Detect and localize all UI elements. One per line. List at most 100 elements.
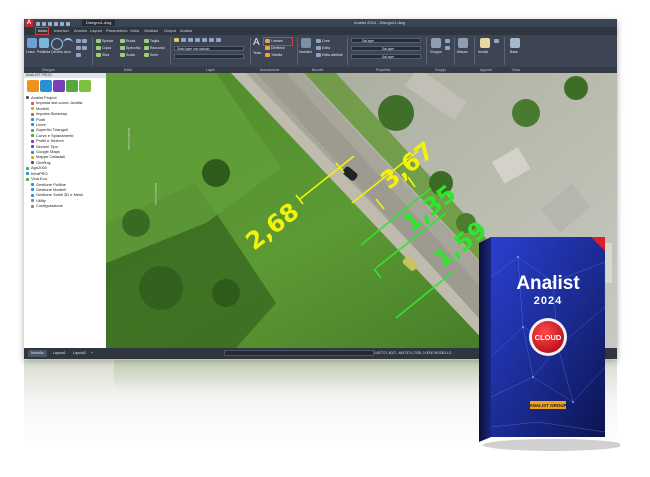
paste-label: Incolla [478,50,489,54]
layer-icon[interactable] [209,38,214,42]
save-icon[interactable] [48,22,52,26]
ribbon-tabs: Inizio Inserisci Annota Layout Parametri… [24,27,617,35]
tree-item[interactable]: Configurazione [26,203,83,208]
tree-item-label: Superfici Triangoli [36,127,68,133]
region-icon[interactable] [82,46,87,50]
linetype-select[interactable]: DaLayer [351,46,421,51]
group-label: Gruppo [430,50,442,54]
network-icon[interactable] [53,80,65,92]
text-label: Testo [253,51,262,55]
tab-insert[interactable]: Inserisci [54,27,69,35]
rect-icon[interactable] [76,39,81,43]
info-icon[interactable] [79,80,91,92]
tree-item-label: Linee [36,122,46,128]
leader-icon[interactable] [265,46,270,50]
text-icon[interactable]: A [253,37,260,48]
app-logo-icon[interactable]: A [25,19,33,27]
current-layer-select[interactable] [174,54,244,59]
grid-icon[interactable] [66,80,78,92]
tab-layout2[interactable]: Layout2 [70,350,89,357]
rotate-icon[interactable] [120,39,125,43]
ribbon-separator [170,37,171,65]
create-block-icon[interactable] [316,39,321,43]
line-icon[interactable] [27,38,37,48]
boundary-icon[interactable] [82,39,87,43]
arc-icon[interactable] [63,38,73,46]
tree-item-label: Utility [36,197,46,203]
tree-item-label: Configurazione [36,203,63,209]
circle-icon[interactable] [51,38,63,50]
print-icon[interactable] [54,22,58,26]
mirror-icon[interactable] [120,46,125,50]
add-layout-button[interactable]: + [88,350,96,357]
trim-icon[interactable] [144,39,149,43]
layer-state-select[interactable]: Stato layer non salvato [174,46,244,51]
tab-view[interactable]: Vista [130,27,139,35]
tab-annotate[interactable]: Annota [74,27,87,35]
product-box-art: Analist 2024 CLOUD ANALIST GROUP [479,237,623,451]
copy-icon[interactable] [96,46,101,50]
layer-icon[interactable] [195,38,200,42]
layer-icon[interactable] [202,38,207,42]
tree-item-label: Gestione Solidi 3D e Mesh [36,192,84,198]
insert-block-icon[interactable] [301,38,311,48]
layer-icon[interactable] [188,38,193,42]
group-icon[interactable] [431,38,441,48]
scale-icon[interactable] [120,53,125,57]
tree-item-label: InfraPRO [31,170,48,176]
tree-item[interactable]: Gestione Solidi 3D e Mesh [26,192,83,197]
tree-item-label: Importa Sketchup [36,111,68,117]
tree-item-label: Vina Eco [31,176,47,182]
tree-item-label: Google Maps [36,149,60,155]
tree-item-label: Modelli [36,105,49,111]
viewport-label: Modello Cartella [127,128,131,150]
circle-label: Cerchio [51,50,64,54]
tree-item-label: Profili e Sezioni [36,138,64,144]
tab-model[interactable]: Modello [28,350,47,357]
new-icon[interactable] [36,22,40,26]
group-tool-icon[interactable] [445,46,450,50]
measure-icon[interactable] [458,38,468,48]
layer-icon[interactable] [216,38,221,42]
trim-label: Taglia [150,39,160,43]
command-line[interactable] [224,350,374,356]
open-icon[interactable] [42,22,46,26]
company-logo: ANALIST GROUP [529,403,566,408]
undo-icon[interactable] [60,22,64,26]
color-select[interactable]: DaLayer [351,38,421,43]
move-icon[interactable] [96,39,101,43]
layer-icon[interactable] [181,38,186,42]
tab-layout[interactable]: Layout [90,27,102,35]
lineweight-select[interactable]: DaLayer [351,54,421,59]
tab-analist[interactable]: Analist [180,27,192,35]
hatch-icon[interactable] [76,46,81,50]
tab-output[interactable]: Output [164,27,176,35]
tab-manage[interactable]: Gestisci [144,27,158,35]
paste-icon[interactable] [480,38,490,48]
viewport-label: Modello Cartella [154,183,158,205]
tab-layout1[interactable]: Layout1 [50,350,69,357]
ribbon-separator [92,37,93,65]
copy-clip-icon[interactable] [494,39,499,43]
table-icon[interactable] [265,53,270,57]
base-label: Base [510,50,518,54]
polyline-icon[interactable] [39,38,49,48]
layer-properties-icon[interactable] [174,38,179,42]
tab-parametric[interactable]: Parametrico [106,27,128,35]
title-bar: A Disegno1.dwg Analist 2024 - Disegno1.d… [24,19,617,27]
group-tool-icon[interactable] [445,39,450,43]
stretch-icon[interactable] [96,53,101,57]
move-label: Sposta [102,39,113,43]
gradient-icon[interactable] [76,53,81,57]
attributes-icon[interactable] [316,53,321,57]
redo-icon[interactable] [66,22,70,26]
file-tab[interactable]: Disegno1.dwg [82,20,116,26]
panel-title: ANALIST PROG [24,73,106,78]
ribbon-separator [474,37,475,65]
analist-a-icon[interactable] [27,80,39,92]
fillet-icon[interactable] [144,46,149,50]
edit-block-icon[interactable] [316,46,321,50]
globe-icon[interactable] [40,80,52,92]
array-icon[interactable] [144,53,149,57]
base-icon[interactable] [510,38,520,48]
